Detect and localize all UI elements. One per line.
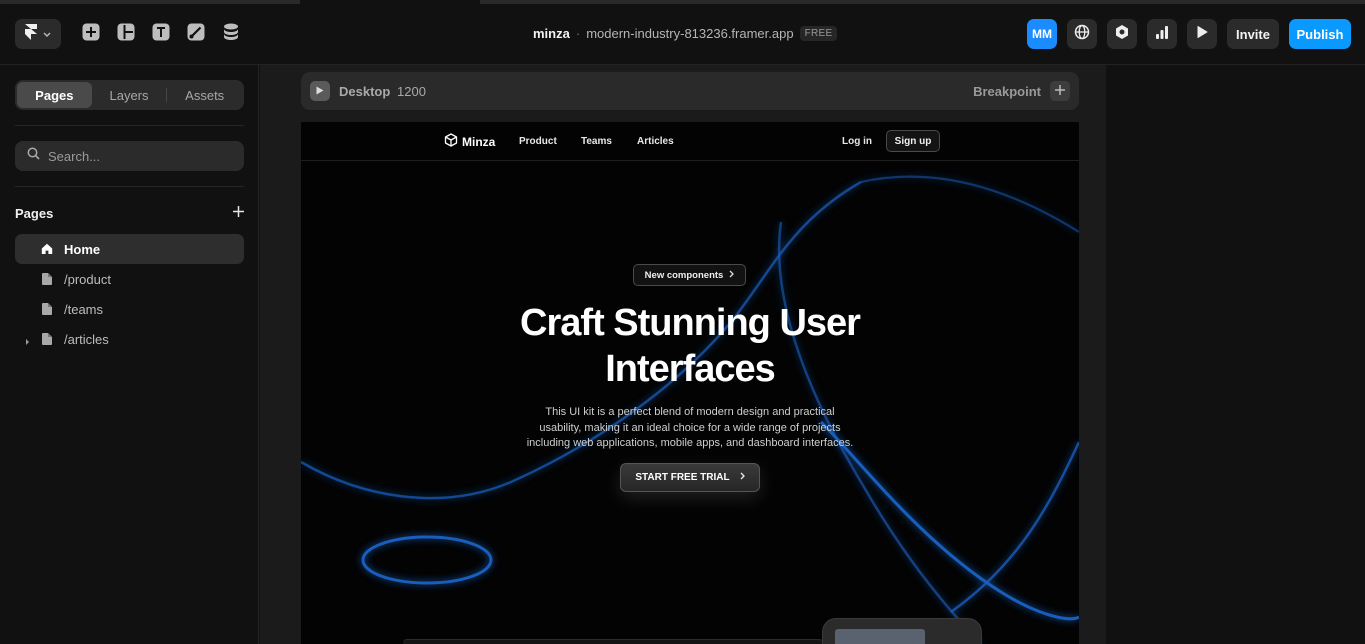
invite-button[interactable]: Invite bbox=[1227, 19, 1279, 49]
site-nav-product[interactable]: Product bbox=[519, 136, 557, 147]
insert-icon bbox=[82, 23, 100, 46]
breakpoint-bar: Desktop 1200 Breakpoint bbox=[301, 72, 1079, 110]
left-panel: Pages Layers Assets Pages Home /product … bbox=[0, 65, 259, 644]
start-free-trial-button[interactable]: START FREE TRIAL bbox=[620, 463, 760, 492]
main-menu-button[interactable] bbox=[15, 19, 61, 49]
user-avatar[interactable]: MM bbox=[1027, 19, 1057, 49]
dashboard-preview-edge bbox=[403, 639, 823, 644]
hero-description: This UI kit is a perfect blend of modern… bbox=[510, 405, 870, 452]
search-icon bbox=[27, 147, 40, 165]
breakpoint-width: 1200 bbox=[397, 84, 426, 99]
cms-icon bbox=[223, 23, 239, 46]
project-settings-button[interactable] bbox=[1107, 19, 1137, 49]
chevron-right-icon bbox=[740, 472, 745, 483]
right-panel bbox=[1106, 65, 1365, 644]
breakpoint-name[interactable]: Desktop bbox=[339, 84, 390, 99]
project-domain: modern-industry-813236.framer.app bbox=[586, 26, 794, 41]
breakpoint-label: Breakpoint bbox=[973, 84, 1041, 99]
vector-icon bbox=[187, 23, 205, 46]
play-icon bbox=[316, 82, 324, 100]
search-input[interactable] bbox=[48, 148, 228, 164]
text-icon bbox=[152, 23, 170, 46]
add-breakpoint-button[interactable] bbox=[1050, 81, 1070, 101]
tab-pages[interactable]: Pages bbox=[17, 82, 92, 108]
chevron-right-icon bbox=[729, 270, 735, 281]
app-preview-mockup bbox=[822, 618, 982, 644]
divider bbox=[15, 125, 244, 126]
text-button[interactable] bbox=[151, 23, 171, 46]
site-navbar: Minza Product Teams Articles Log in Sign… bbox=[301, 122, 1079, 161]
plan-badge: FREE bbox=[799, 26, 838, 41]
page-label: Home bbox=[64, 241, 101, 257]
site-brand[interactable]: Minza bbox=[444, 133, 495, 150]
play-icon bbox=[1195, 25, 1209, 44]
page-label: /teams bbox=[64, 301, 104, 317]
cube-logo-icon bbox=[444, 133, 458, 150]
new-components-pill[interactable]: New components bbox=[633, 264, 746, 286]
project-separator: · bbox=[575, 26, 581, 41]
page-icon bbox=[41, 333, 53, 345]
pages-header: Pages bbox=[15, 204, 244, 222]
project-title[interactable]: minza · modern-industry-813236.framer.ap… bbox=[533, 26, 838, 41]
layout-button[interactable] bbox=[116, 23, 136, 46]
hero-description-line: including web applications, mobile apps,… bbox=[526, 437, 854, 449]
hero-description-line: usability, making it an ideal choice for… bbox=[539, 421, 841, 434]
page-label: /articles bbox=[64, 331, 109, 347]
hero-headline: Craft Stunning User Interfaces bbox=[450, 300, 930, 392]
chevron-down-icon bbox=[43, 25, 51, 43]
analytics-button[interactable] bbox=[1147, 19, 1177, 49]
vector-button[interactable] bbox=[186, 23, 206, 46]
cms-button[interactable] bbox=[221, 23, 241, 46]
plus-icon bbox=[1055, 82, 1065, 100]
hero-description-line: This UI kit is a perfect blend of modern… bbox=[545, 406, 835, 418]
panel-tabs: Pages Layers Assets bbox=[15, 80, 244, 110]
hero-headline-line: Interfaces bbox=[605, 348, 776, 390]
insert-button[interactable] bbox=[81, 23, 101, 46]
layout-icon bbox=[117, 23, 135, 46]
tab-strip-right bbox=[480, 0, 1365, 4]
tab-layers[interactable]: Layers bbox=[92, 82, 167, 108]
page-item-product[interactable]: /product bbox=[15, 264, 244, 294]
project-name: minza bbox=[533, 26, 570, 41]
pages-section-title: Pages bbox=[15, 205, 54, 221]
hero-headline-line: Craft Stunning User bbox=[520, 302, 861, 344]
page-item-teams[interactable]: /teams bbox=[15, 294, 244, 324]
page-icon bbox=[41, 273, 53, 285]
globe-icon bbox=[1074, 24, 1090, 45]
pill-label: New components bbox=[644, 269, 724, 281]
preview-button[interactable] bbox=[1187, 19, 1217, 49]
top-toolbar: minza · modern-industry-813236.framer.ap… bbox=[0, 0, 1365, 65]
design-canvas[interactable]: Desktop 1200 Breakpoint Minza Product Te… bbox=[260, 65, 1365, 644]
publish-button[interactable]: Publish bbox=[1289, 19, 1351, 49]
site-signup-button[interactable]: Sign up bbox=[886, 130, 940, 152]
site-nav-articles[interactable]: Articles bbox=[637, 136, 674, 147]
site-settings-button[interactable] bbox=[1067, 19, 1097, 49]
analytics-icon bbox=[1154, 24, 1170, 45]
preview-breakpoint-button[interactable] bbox=[310, 81, 330, 101]
mockup-screen bbox=[835, 629, 925, 644]
page-item-home[interactable]: Home bbox=[15, 234, 244, 264]
site-nav-teams[interactable]: Teams bbox=[581, 136, 612, 147]
framer-logo-icon bbox=[25, 23, 37, 45]
page-icon bbox=[41, 303, 53, 315]
home-icon bbox=[41, 243, 53, 255]
tab-strip-active bbox=[300, 0, 480, 4]
site-brand-name: Minza bbox=[462, 134, 496, 149]
cta-label: START FREE TRIAL bbox=[635, 472, 730, 483]
tab-assets[interactable]: Assets bbox=[167, 82, 242, 108]
site-login-link[interactable]: Log in bbox=[842, 136, 872, 147]
settings-icon bbox=[1114, 24, 1130, 45]
expand-caret-icon[interactable] bbox=[25, 334, 31, 349]
tab-strip-left bbox=[0, 0, 300, 4]
website-preview-frame[interactable]: Minza Product Teams Articles Log in Sign… bbox=[301, 122, 1079, 644]
divider bbox=[15, 186, 244, 187]
add-page-button[interactable] bbox=[233, 204, 244, 222]
page-label: /product bbox=[64, 271, 111, 287]
search-box[interactable] bbox=[15, 141, 244, 171]
browser-tab-strip bbox=[0, 0, 1365, 4]
page-item-articles[interactable]: /articles bbox=[15, 324, 244, 354]
